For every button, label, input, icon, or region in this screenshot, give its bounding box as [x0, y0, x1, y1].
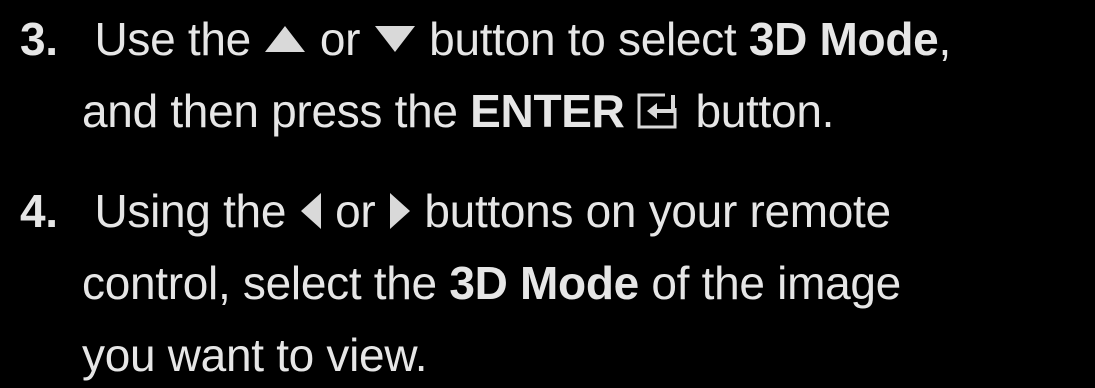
step-text: Use the	[94, 13, 251, 65]
up-arrow-icon	[263, 24, 307, 54]
step-text: of the image	[651, 257, 901, 309]
step-text: or	[319, 13, 361, 65]
step-text: control, select the	[82, 257, 437, 309]
step-number: 4.	[20, 185, 58, 237]
step-text: or	[335, 185, 376, 237]
step-text: button.	[695, 85, 835, 137]
left-arrow-icon	[299, 191, 323, 231]
step-4-line-1: 4. Using the or buttons on your remote	[20, 178, 901, 244]
mode-term: 3D Mode	[748, 13, 939, 65]
mode-term: 3D Mode	[449, 257, 639, 309]
enter-key-icon	[637, 91, 683, 131]
step-text: button to select	[429, 13, 737, 65]
step-text: and then press the	[82, 85, 458, 137]
step-text: ,	[938, 13, 951, 65]
step-text: buttons on your remote	[424, 185, 891, 237]
step-4: 4. Using the or buttons on your remote c…	[20, 178, 901, 388]
step-3-line-2: and then press the ENTER button.	[20, 78, 951, 144]
step-text: you want to view.	[82, 329, 428, 381]
right-arrow-icon	[388, 191, 412, 231]
step-3-line-1: 3. Use the or button to select 3D Mode,	[20, 6, 951, 72]
step-4-line-2: control, select the 3D Mode of the image	[20, 250, 901, 316]
down-arrow-icon	[373, 24, 417, 54]
enter-term: ENTER	[470, 85, 625, 137]
step-number: 3.	[20, 13, 58, 65]
step-3: 3. Use the or button to select 3D Mode, …	[20, 6, 951, 144]
step-4-line-3: you want to view.	[20, 322, 901, 388]
step-text: Using the	[94, 185, 287, 237]
